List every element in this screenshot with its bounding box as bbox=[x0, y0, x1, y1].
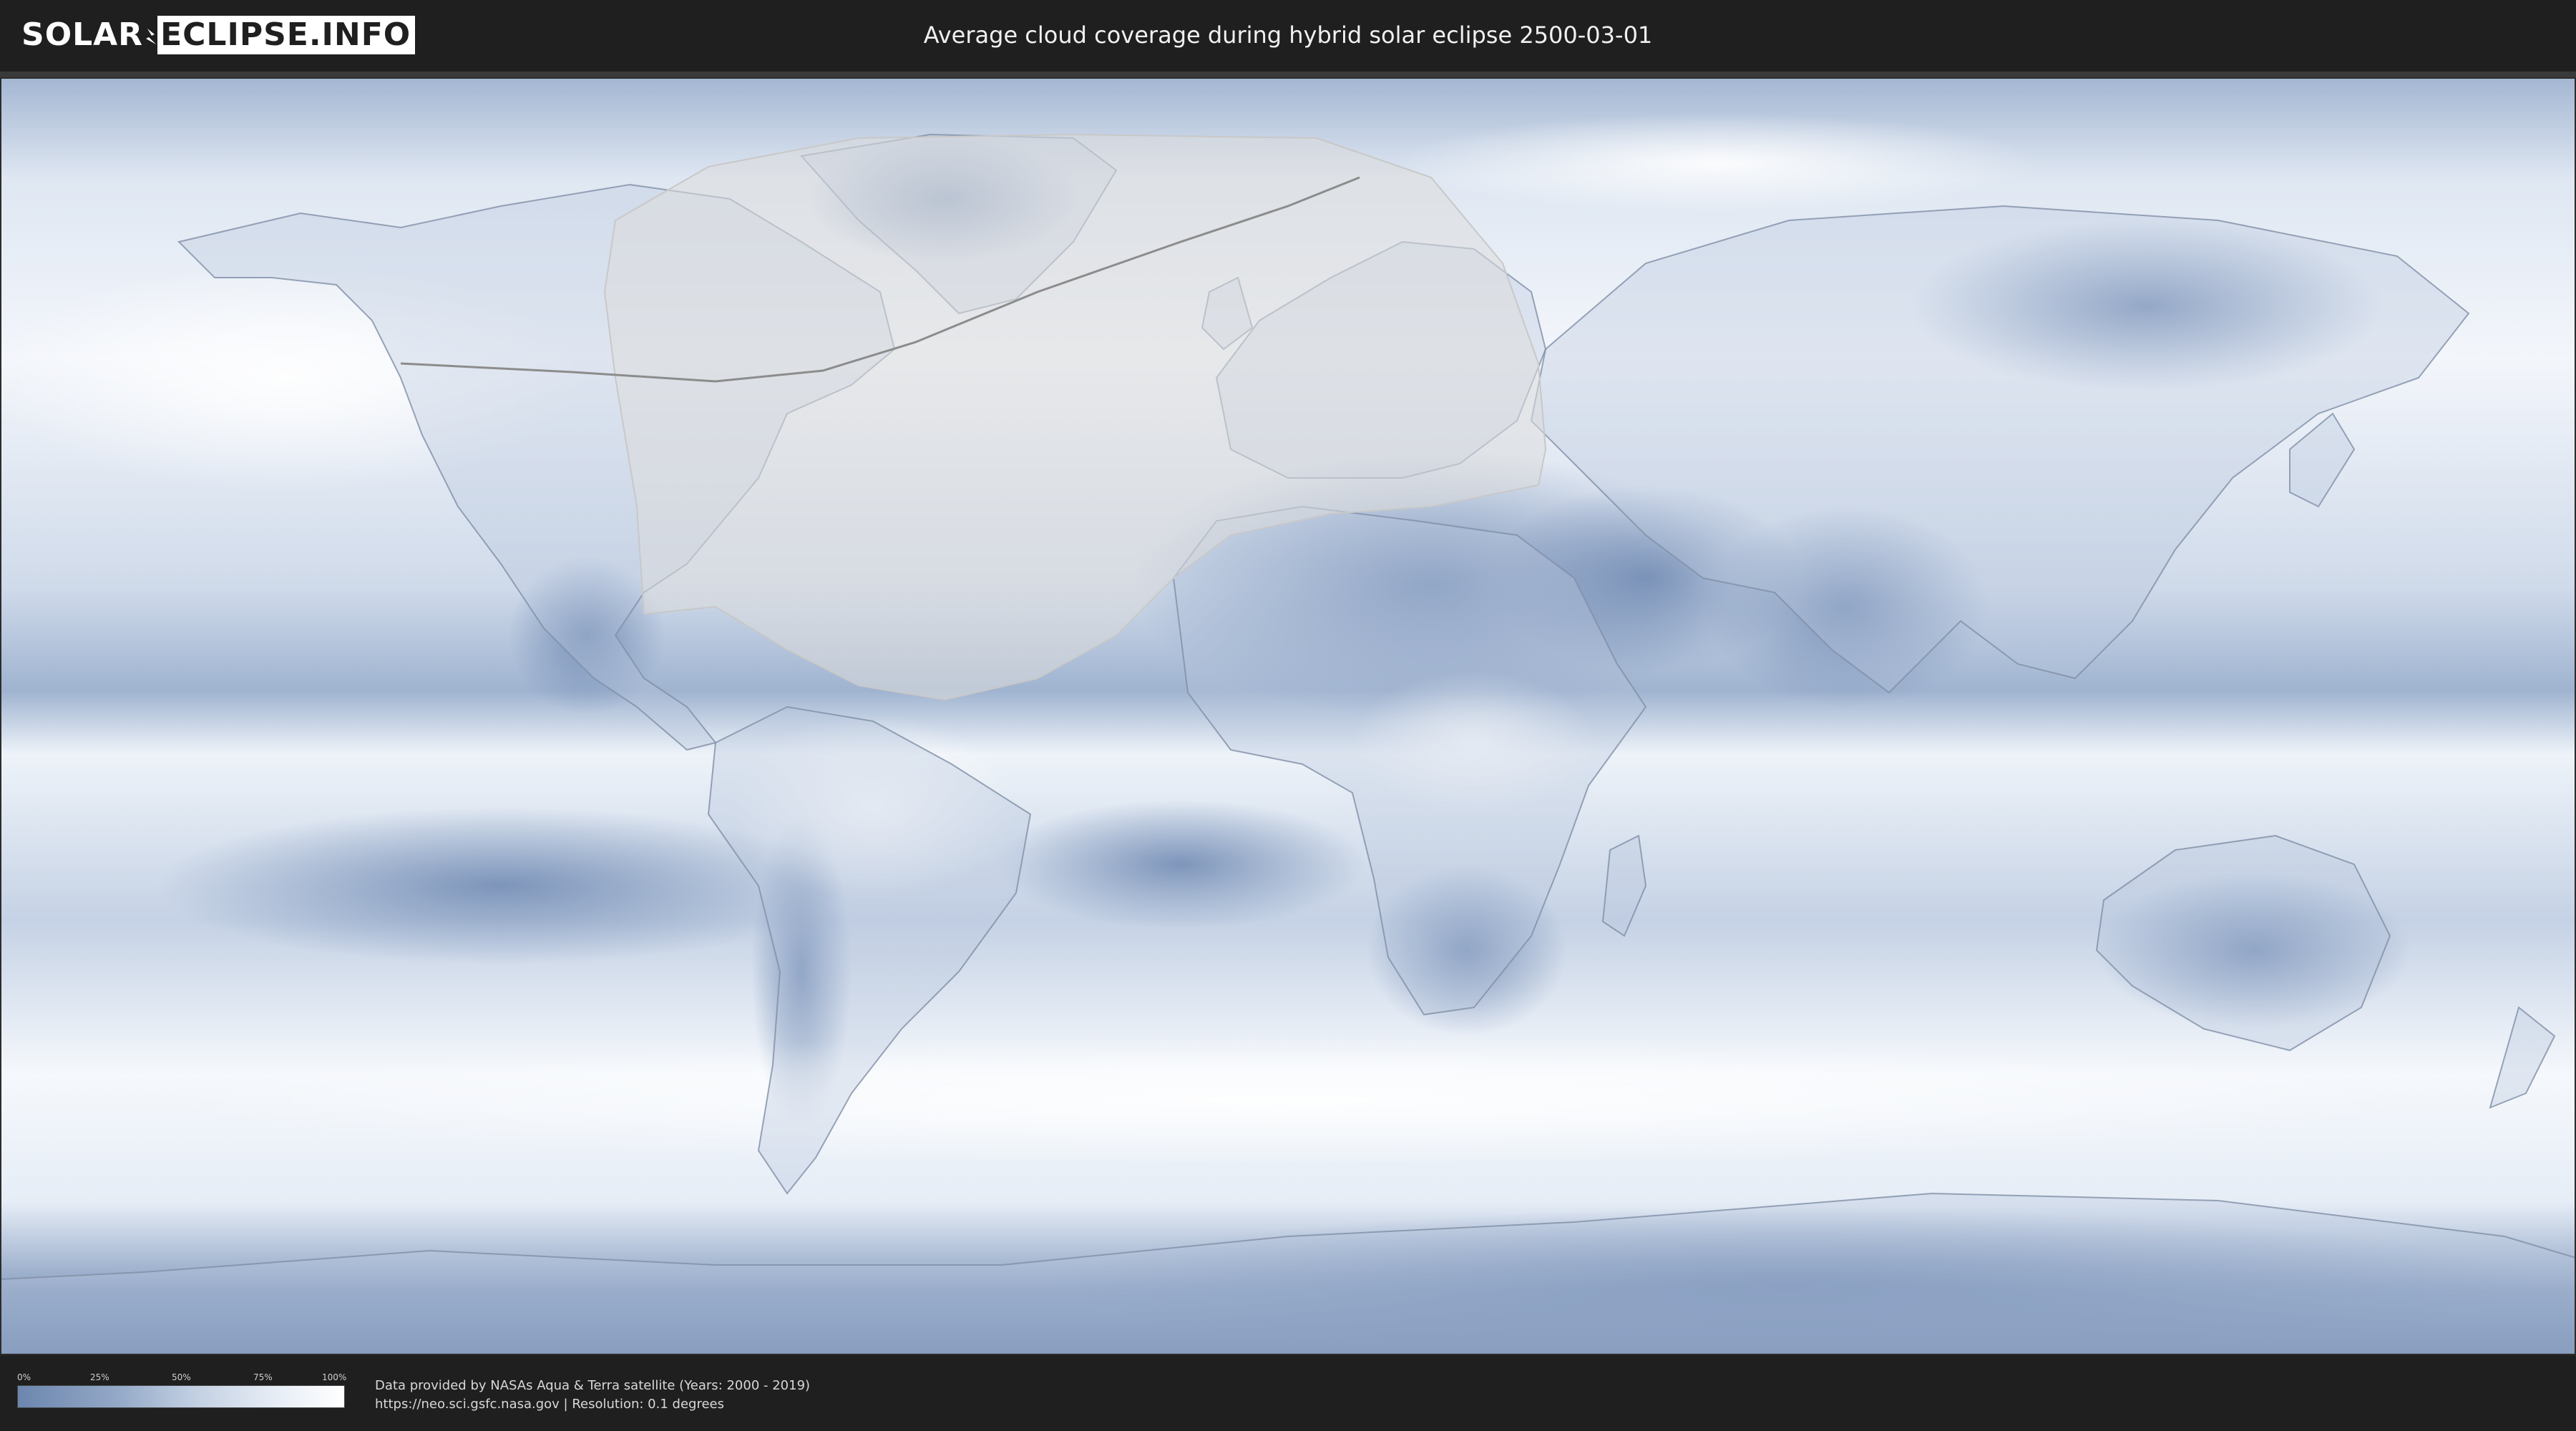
legend-tick-0: 0% bbox=[17, 1372, 31, 1382]
cloud-region-arctic bbox=[1395, 113, 2039, 213]
clear-region-south-atlantic bbox=[995, 800, 1367, 929]
world-map-svg bbox=[0, 77, 2576, 1355]
legend-tick-100: 100% bbox=[322, 1372, 347, 1382]
credits-line-source: Data provided by NASAs Aqua & Terra sate… bbox=[375, 1378, 811, 1393]
footer-bar: 0% 25% 50% 75% 100% Data provided by NAS… bbox=[0, 1355, 2576, 1431]
credits-line-url[interactable]: https://neo.sci.gsfc.nasa.gov | Resoluti… bbox=[375, 1395, 810, 1414]
cloud-coverage-legend: 0% 25% 50% 75% 100% bbox=[17, 1372, 347, 1408]
cloud-region-southern-ocean bbox=[143, 1036, 2433, 1165]
legend-tick-labels: 0% 25% 50% 75% 100% bbox=[17, 1372, 347, 1384]
data-credits: Data provided by NASAs Aqua & Terra sate… bbox=[375, 1377, 810, 1414]
cloud-coverage-map[interactable] bbox=[0, 77, 2576, 1355]
legend-tick-50: 50% bbox=[172, 1372, 191, 1382]
legend-gradient-bar bbox=[17, 1385, 345, 1408]
legend-tick-75: 75% bbox=[253, 1372, 273, 1382]
legend-tick-25: 25% bbox=[90, 1372, 109, 1382]
page-title: Average cloud coverage during hybrid sol… bbox=[923, 21, 1653, 49]
header-bar: SOLAR ECLIPSE.INFO Average cloud coverag… bbox=[0, 0, 2576, 72]
